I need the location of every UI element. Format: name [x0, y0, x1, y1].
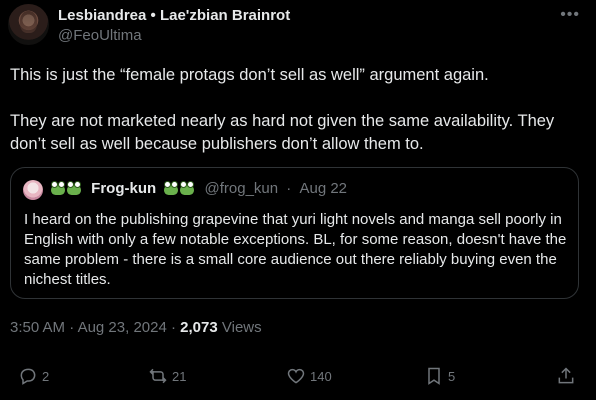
like-button[interactable]: 140: [286, 366, 332, 386]
bookmark-icon: [428, 367, 440, 385]
repost-count: 21: [172, 368, 187, 384]
more-icon[interactable]: •••: [560, 6, 580, 24]
post-paragraph: They are not marketed nearly as hard not…: [10, 112, 555, 153]
frog-emoji-icon: [67, 180, 81, 195]
meta-separator: ·: [170, 319, 176, 336]
views-label: Views: [221, 319, 262, 336]
quoted-avatar: [23, 180, 43, 200]
like-count: 140: [310, 368, 332, 384]
repost-button[interactable]: 21: [148, 366, 186, 386]
post-paragraph: This is just the “female protags don’t s…: [10, 66, 489, 84]
reply-count: 2: [42, 368, 50, 384]
bookmark-button[interactable]: 5: [424, 366, 455, 386]
share-icon: [558, 367, 574, 384]
reply-button[interactable]: 2: [18, 366, 49, 386]
bookmark-count: 5: [448, 368, 456, 384]
quoted-name: Frog-kun: [91, 180, 157, 197]
post-time[interactable]: 3:50 AM: [10, 319, 65, 336]
author-handle[interactable]: @FeoUltima: [58, 27, 142, 44]
action-bar: 2 21 140 5: [0, 358, 596, 398]
meta-separator: ·: [286, 180, 292, 197]
post-timestamp: 3:50 AM · Aug 23, 2024 · 2,073 Views: [10, 319, 262, 336]
quoted-header: Frog-kun @frog_kun · Aug 22: [51, 180, 347, 197]
meta-separator: ·: [69, 319, 75, 336]
repost-icon: [149, 368, 167, 384]
author-name[interactable]: Lesbiandrea • Lae'zbian Brainrot: [58, 7, 290, 24]
quoted-text: I heard on the publishing grapevine that…: [24, 211, 567, 288]
reply-icon: [20, 368, 36, 385]
frog-emoji-icon: [51, 180, 65, 195]
post-body: This is just the “female protags don’t s…: [10, 64, 580, 156]
views-count: 2,073: [180, 319, 218, 336]
author-avatar[interactable]: [8, 4, 49, 45]
frog-emoji-icon: [180, 180, 195, 195]
frog-emoji-icon: [164, 180, 179, 195]
post-date[interactable]: Aug 23, 2024: [78, 319, 167, 336]
quoted-date: Aug 22: [299, 180, 348, 197]
quoted-post[interactable]: Frog-kun @frog_kun · Aug 22 I heard on t…: [10, 167, 579, 299]
heart-icon: [287, 368, 305, 384]
share-button[interactable]: [556, 366, 580, 386]
quoted-handle: @frog_kun: [204, 180, 279, 197]
